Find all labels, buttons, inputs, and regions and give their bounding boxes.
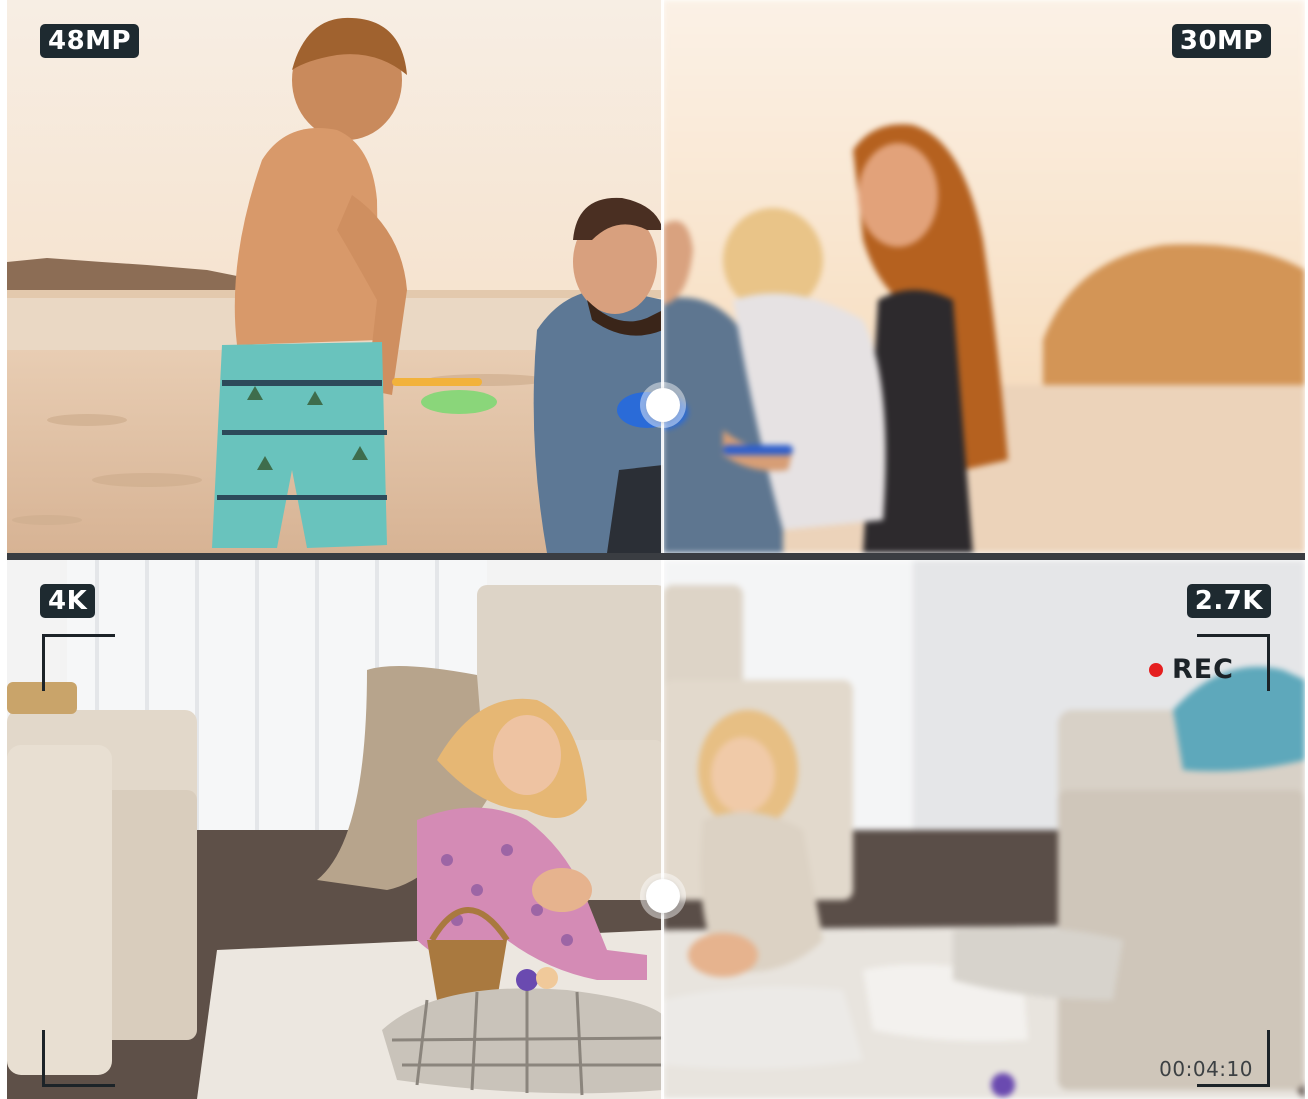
photo-left-half bbox=[7, 0, 663, 553]
circle-handle-icon[interactable] bbox=[646, 388, 680, 422]
comparison-split-line[interactable] bbox=[661, 560, 664, 1099]
viewfinder-corner-top-left bbox=[42, 634, 115, 691]
video-comparison-panel: 4K 2.7K REC 00:04:10 bbox=[7, 560, 1305, 1099]
panel-divider bbox=[7, 553, 1305, 560]
viewfinder-corner-bottom-left bbox=[42, 1030, 115, 1087]
beach-photo-sharp bbox=[7, 0, 663, 553]
beach-photo-soft bbox=[663, 0, 1305, 553]
record-dot-icon bbox=[1148, 662, 1163, 677]
comparison-split-line[interactable] bbox=[661, 0, 664, 553]
comparison-canvas: 48MP 30MP 4K 2.7K REC 00:04:10 bbox=[0, 0, 1308, 1099]
resolution-badge-30mp: 30MP bbox=[1171, 24, 1271, 58]
recording-timecode: 00:04:10 bbox=[1159, 1057, 1253, 1081]
resolution-badge-2-7k: 2.7K bbox=[1186, 584, 1271, 618]
recording-indicator: REC bbox=[1148, 654, 1234, 685]
photo-right-half bbox=[663, 0, 1305, 553]
resolution-badge-48mp: 48MP bbox=[40, 24, 140, 58]
resolution-badge-4k: 4K bbox=[40, 584, 96, 618]
circle-handle-icon[interactable] bbox=[646, 879, 680, 913]
photo-comparison-panel: 48MP 30MP bbox=[7, 0, 1305, 553]
rec-label: REC bbox=[1171, 654, 1234, 685]
